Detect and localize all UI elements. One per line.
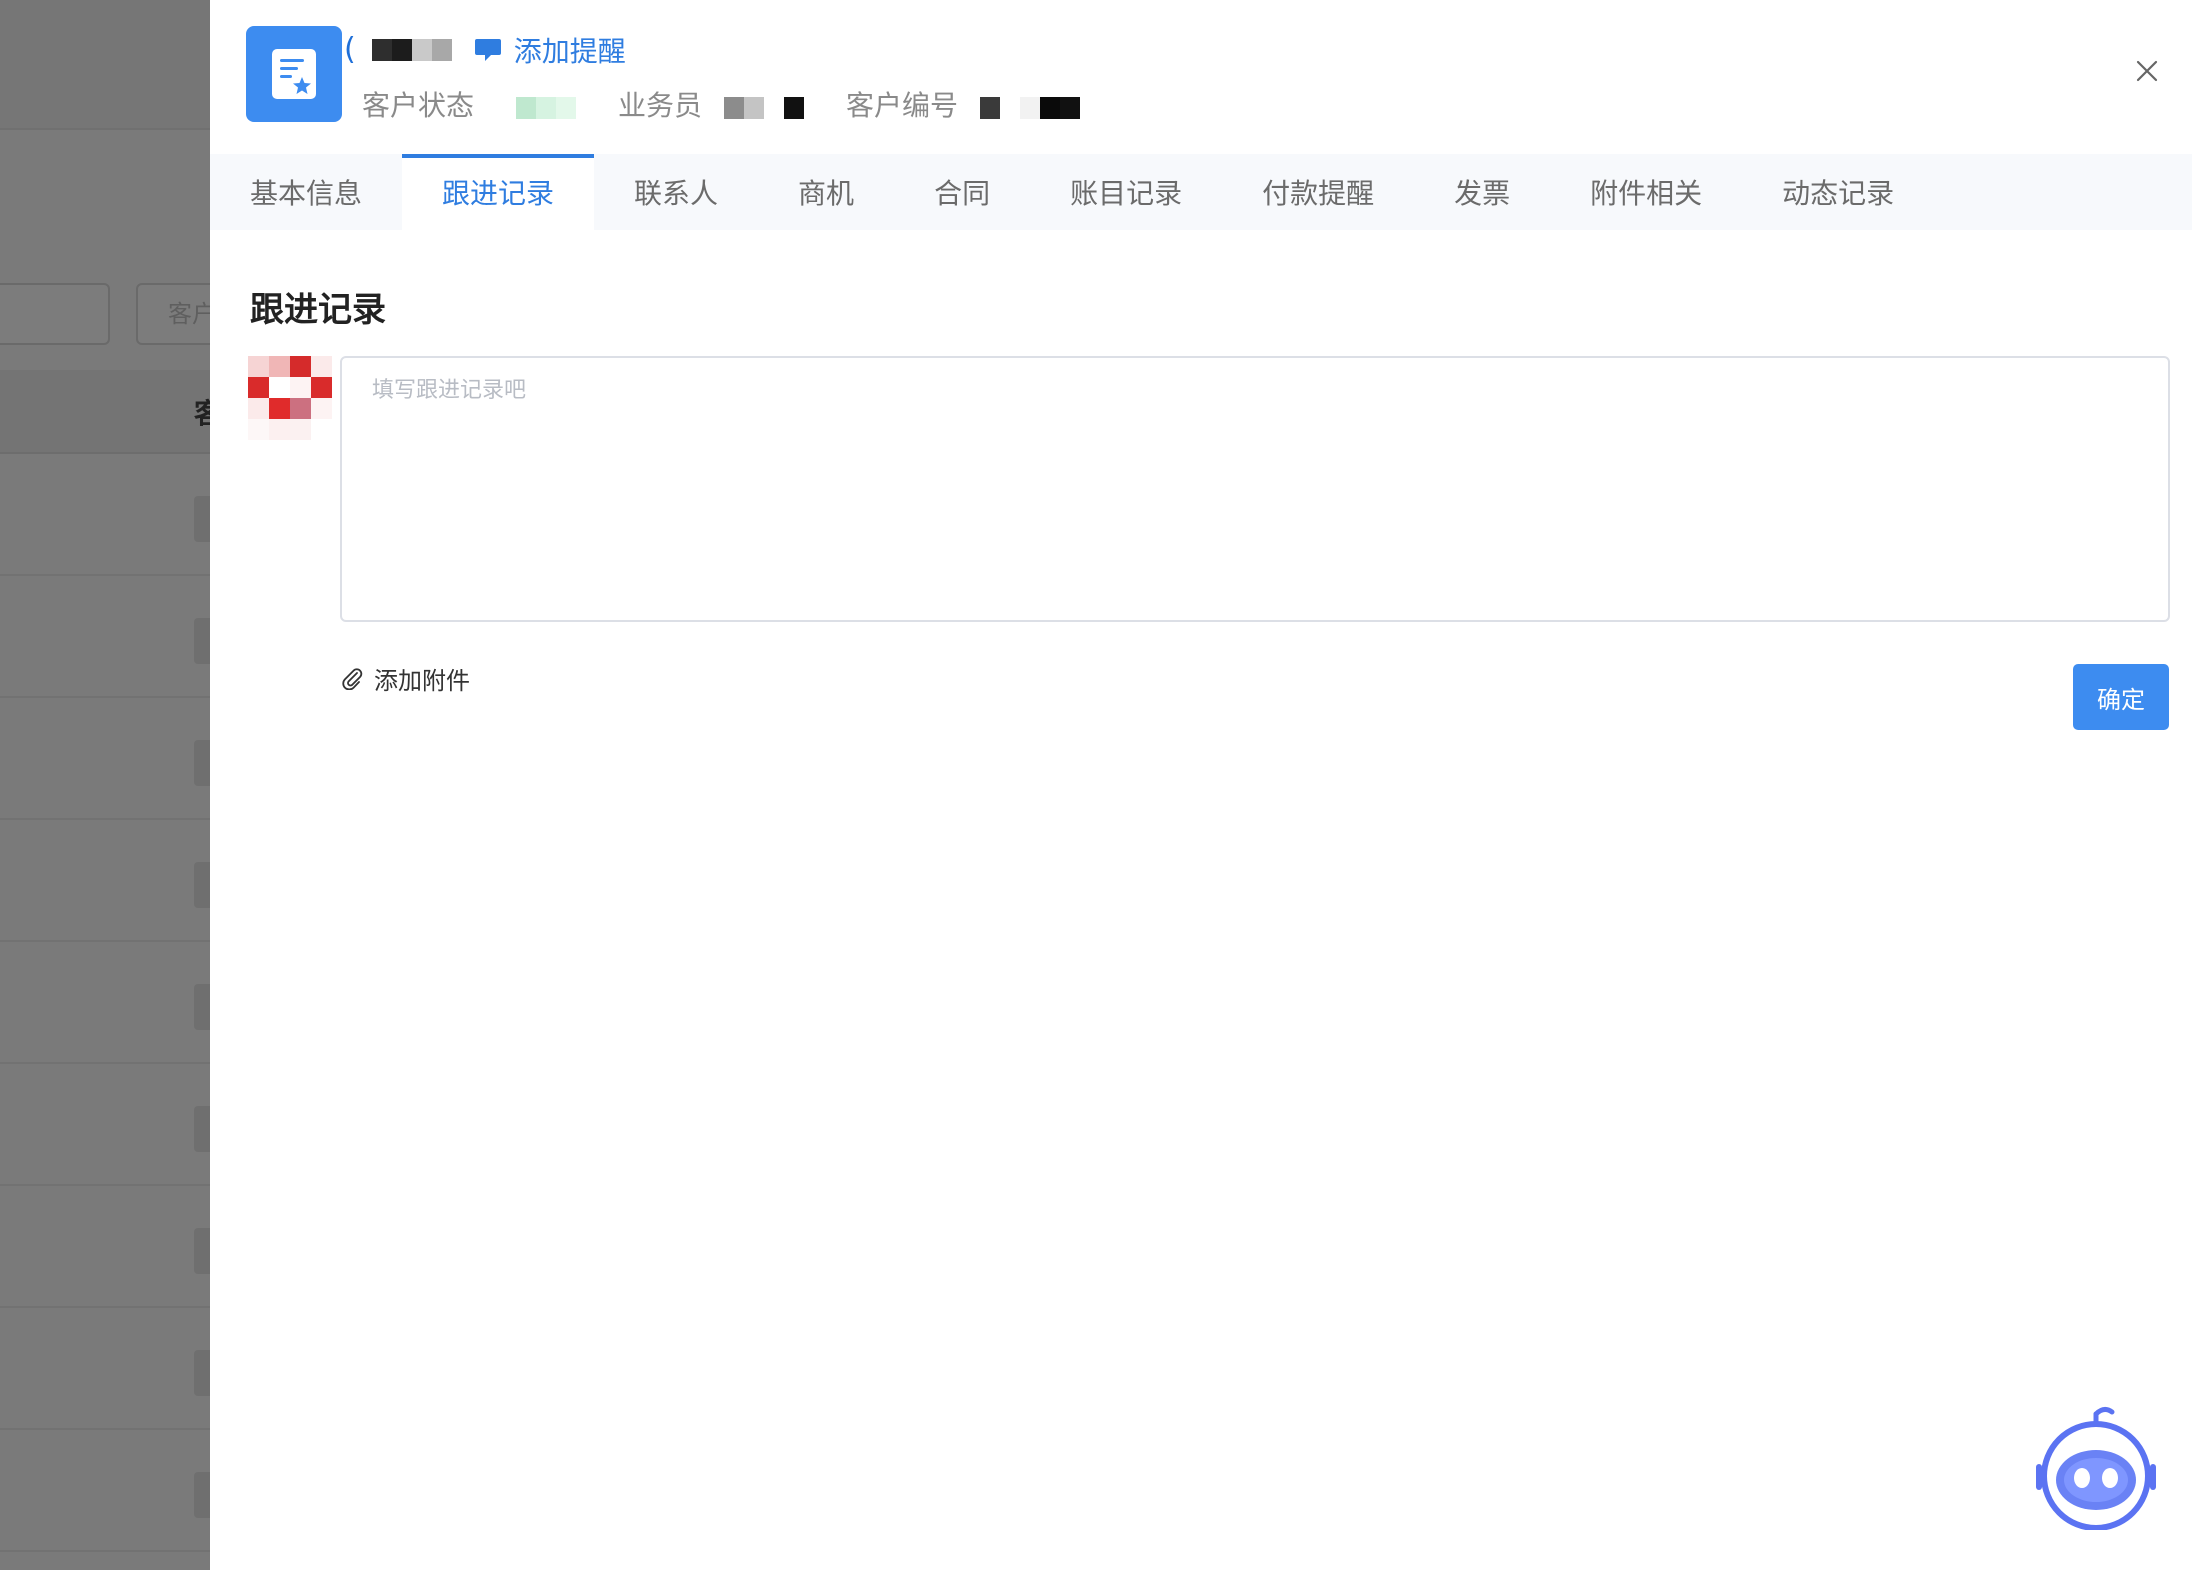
customer-number-redacted: [980, 93, 1101, 119]
background-app: 客户 客: [0, 0, 220, 1570]
detail-tabs: 基本信息 跟进记录 联系人 商机 合同 账目记录 付款提醒 发票 附件相关 动态…: [210, 154, 2192, 230]
tab-attachments[interactable]: 附件相关: [1550, 154, 1742, 230]
meta-customer-number: 客户编号: [846, 84, 1101, 124]
background-table-row: [0, 822, 220, 942]
document-star-icon: [246, 26, 342, 122]
add-attachment-label: 添加附件: [374, 666, 470, 695]
meta-salesperson: 业务员: [618, 84, 805, 124]
drawer-header: ( 添加提醒 客户状态 业务员 客户编号: [210, 0, 2192, 154]
avatar: [248, 356, 332, 440]
background-table-row: [0, 1310, 220, 1430]
meta-label: 客户编号: [846, 89, 959, 122]
robot-assistant-icon[interactable]: [2026, 1400, 2166, 1531]
section-title: 跟进记录: [250, 290, 386, 330]
background-search-input: 客户: [136, 283, 220, 345]
add-attachment-button[interactable]: 添加附件: [340, 660, 470, 696]
tab-contracts[interactable]: 合同: [894, 154, 1030, 230]
background-filter-input: [0, 283, 110, 345]
title-paren: (: [344, 32, 356, 67]
tab-activity-log[interactable]: 动态记录: [1742, 154, 1934, 230]
close-button[interactable]: [2134, 58, 2160, 84]
tab-opportunities[interactable]: 商机: [758, 154, 894, 230]
tab-payment-reminders[interactable]: 付款提醒: [1222, 154, 1414, 230]
add-reminder-link[interactable]: 添加提醒: [474, 30, 626, 70]
add-reminder-label: 添加提醒: [513, 35, 626, 68]
meta-customer-status: 客户状态: [362, 84, 577, 124]
customer-meta: 客户状态 业务员 客户编号: [362, 84, 1142, 124]
salesperson-value-redacted: [724, 93, 805, 119]
background-table-header: [0, 370, 220, 454]
background-table-row: [0, 944, 220, 1064]
background-table-row: [0, 456, 220, 576]
customer-title: ( 添加提醒: [344, 28, 626, 72]
background-table-row: [0, 700, 220, 820]
customer-detail-drawer: ( 添加提醒 客户状态 业务员 客户编号 基本信息 跟进记录 联系人 商机 合同…: [210, 0, 2192, 1570]
chat-bubble-icon: [474, 39, 501, 61]
meta-label: 业务员: [618, 89, 703, 122]
background-table-row: [0, 1188, 220, 1308]
background-topbar: [0, 0, 220, 130]
tab-account-records[interactable]: 账目记录: [1030, 154, 1222, 230]
follow-up-input[interactable]: [340, 356, 2170, 622]
confirm-button[interactable]: 确定: [2073, 664, 2169, 730]
meta-label: 客户状态: [362, 89, 475, 122]
background-table-row: [0, 1066, 220, 1186]
close-icon: [2136, 60, 2158, 82]
tab-basic-info[interactable]: 基本信息: [210, 154, 402, 230]
status-value-redacted: [496, 93, 577, 119]
paperclip-icon: [342, 668, 363, 690]
background-table-row: [0, 1432, 220, 1552]
customer-name-redacted: [371, 39, 452, 61]
tab-invoices[interactable]: 发票: [1414, 154, 1550, 230]
tab-contacts[interactable]: 联系人: [594, 154, 758, 230]
tab-follow-up-records[interactable]: 跟进记录: [402, 154, 595, 230]
background-table-row: [0, 578, 220, 698]
